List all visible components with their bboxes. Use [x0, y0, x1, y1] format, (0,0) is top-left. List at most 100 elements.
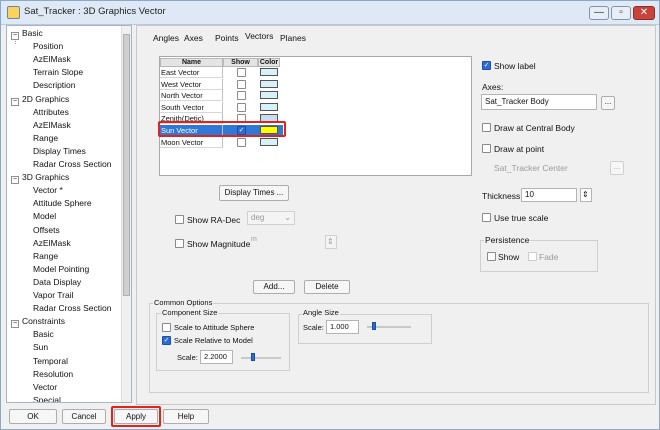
- show-magnitude-label: Show Magnitude: [187, 239, 251, 249]
- column-header-name[interactable]: Name: [160, 58, 223, 67]
- show-label-checkbox[interactable]: ✓: [482, 61, 491, 70]
- vector-show-checkbox[interactable]: [237, 137, 246, 147]
- tab-planes[interactable]: Planes: [280, 33, 306, 43]
- tree-item-azelmask[interactable]: AzElMask: [33, 237, 71, 250]
- vector-show-checkbox[interactable]: ✓: [237, 126, 246, 135]
- tree-item-model-pointing[interactable]: Model Pointing: [33, 263, 89, 276]
- axes-field[interactable]: Sat_Tracker Body: [481, 94, 597, 110]
- tree-item-radar-cross-section[interactable]: Radar Cross Section: [33, 158, 111, 171]
- add-button[interactable]: Add...: [253, 280, 295, 294]
- tree-scrollbar[interactable]: [121, 26, 131, 402]
- apply-button[interactable]: Apply: [114, 409, 158, 424]
- tree-item-temporal[interactable]: Temporal: [33, 355, 68, 368]
- tree-item-vapor-trail[interactable]: Vapor Trail: [33, 289, 73, 302]
- vector-color-swatch[interactable]: [260, 79, 278, 88]
- tree-item-2d-graphics[interactable]: −2D Graphics: [11, 93, 69, 106]
- vector-color-swatch[interactable]: [260, 137, 278, 146]
- table-row[interactable]: South Vector: [159, 101, 283, 113]
- magnitude-stepper[interactable]: ⇕: [325, 235, 337, 249]
- vector-color-swatch[interactable]: [260, 102, 278, 111]
- table-row[interactable]: Zenith(Detic) Vector: [159, 113, 283, 134]
- draw-central-body-checkbox[interactable]: [482, 123, 491, 132]
- show-magnitude-checkbox[interactable]: [175, 239, 184, 248]
- vector-show-checkbox[interactable]: [237, 102, 246, 112]
- column-header-show[interactable]: Show: [223, 58, 258, 67]
- ok-button[interactable]: OK: [9, 409, 57, 424]
- tree-item-attitude-sphere[interactable]: Attitude Sphere: [33, 197, 92, 210]
- vector-show-checkbox[interactable]: [237, 91, 246, 101]
- tree-item-vector[interactable]: Vector *: [33, 184, 63, 197]
- angle-scale-slider-thumb[interactable]: [371, 322, 376, 330]
- delete-button[interactable]: Delete: [304, 280, 350, 294]
- table-row[interactable]: Moon Vector: [159, 136, 283, 148]
- tab-vectors[interactable]: Vectors: [245, 31, 273, 41]
- persistence-show-checkbox[interactable]: [487, 252, 496, 261]
- tree-item-offsets[interactable]: Offsets: [33, 224, 60, 237]
- scale-to-attitude-sphere-checkbox[interactable]: [162, 323, 171, 332]
- tree-item-position[interactable]: Position: [33, 40, 63, 53]
- tree-item-label: Model: [33, 211, 57, 222]
- vector-color-swatch[interactable]: [260, 126, 278, 134]
- vector-show-checkbox[interactable]: [237, 79, 246, 89]
- component-scale-slider-thumb[interactable]: [251, 353, 255, 361]
- tree-item-sun[interactable]: Sun: [33, 341, 48, 354]
- tree-item-model[interactable]: Model: [33, 210, 56, 223]
- vector-color-swatch[interactable]: [260, 68, 278, 76]
- scale-relative-to-model-checkbox[interactable]: ✓: [162, 336, 171, 345]
- tree-item-description[interactable]: Description: [33, 79, 76, 92]
- tree-item-3d-graphics[interactable]: −3D Graphics: [11, 171, 69, 185]
- table-row[interactable]: Sun Vector ✓: [159, 125, 283, 136]
- tree-item-range[interactable]: Range: [33, 250, 58, 263]
- tree-item-range[interactable]: Range: [33, 132, 58, 145]
- tree-item-vector[interactable]: Vector: [33, 381, 57, 394]
- tree-item-basic[interactable]: − Basic: [11, 27, 43, 40]
- thickness-stepper[interactable]: ⇕: [580, 188, 592, 202]
- vector-show-checkbox[interactable]: [237, 68, 246, 77]
- tree-item-special[interactable]: Special: [33, 394, 61, 402]
- restore-button[interactable]: ▫: [611, 6, 631, 20]
- point-field[interactable]: Sat_Tracker Center: [494, 163, 568, 173]
- tab-angles[interactable]: Angles: [153, 33, 179, 43]
- collapse-icon[interactable]: −: [11, 176, 19, 185]
- table-row[interactable]: North Vector: [159, 90, 283, 102]
- tree-scrollbar-thumb[interactable]: [123, 34, 130, 296]
- use-true-scale-checkbox[interactable]: [482, 213, 491, 222]
- axes-browse-button[interactable]: ...: [601, 96, 615, 110]
- close-button[interactable]: ✕: [633, 6, 655, 20]
- tree-item-resolution[interactable]: Resolution: [33, 368, 73, 381]
- point-browse-button[interactable]: ...: [610, 161, 624, 175]
- display-times-button[interactable]: Display Times ...: [219, 185, 289, 201]
- tree-item-azelmask[interactable]: AzElMask: [33, 119, 71, 132]
- tab-axes[interactable]: Axes: [184, 33, 203, 43]
- draw-at-point-checkbox[interactable]: [482, 144, 491, 153]
- tree-item-basic[interactable]: Basic: [33, 328, 54, 341]
- table-row[interactable]: East Vector: [159, 67, 283, 78]
- minimize-button[interactable]: —: [589, 6, 609, 20]
- component-scale-slider[interactable]: [241, 357, 281, 359]
- tab-points[interactable]: Points: [215, 33, 239, 43]
- tree-item-display-times[interactable]: Display Times: [33, 145, 86, 158]
- collapse-icon[interactable]: −: [11, 97, 19, 106]
- collapse-icon[interactable]: −: [11, 320, 19, 329]
- tree-item-label: Vapor Trail: [33, 290, 74, 300]
- cancel-button[interactable]: Cancel: [62, 409, 106, 424]
- tree-item-constraints[interactable]: − Constraints: [11, 315, 65, 329]
- table-row[interactable]: West Vector: [159, 78, 283, 90]
- tree-item-terrain-slope[interactable]: Terrain Slope: [33, 66, 83, 79]
- tree-item-data-display[interactable]: Data Display: [33, 276, 81, 289]
- help-button[interactable]: Help: [163, 409, 209, 424]
- angle-scale-field[interactable]: 1.000: [326, 320, 359, 334]
- tree-item-azelmask[interactable]: AzElMask: [33, 53, 71, 66]
- collapse-icon[interactable]: −: [11, 32, 19, 40]
- vector-color-swatch[interactable]: [260, 91, 278, 100]
- thickness-field[interactable]: 10: [521, 188, 577, 202]
- vector-show-checkbox[interactable]: [237, 114, 246, 124]
- component-scale-field[interactable]: 2.2000: [200, 350, 233, 364]
- persistence-fade-checkbox[interactable]: [528, 252, 537, 261]
- vector-color-swatch[interactable]: [260, 114, 278, 123]
- show-ra-dec-checkbox[interactable]: [175, 215, 184, 224]
- tree-item-radar-cross-section[interactable]: Radar Cross Section: [33, 302, 111, 315]
- column-header-color[interactable]: Color: [258, 58, 280, 67]
- tree-item-attributes[interactable]: Attributes: [33, 106, 69, 119]
- ra-dec-unit-select[interactable]: deg ⌄: [247, 211, 295, 225]
